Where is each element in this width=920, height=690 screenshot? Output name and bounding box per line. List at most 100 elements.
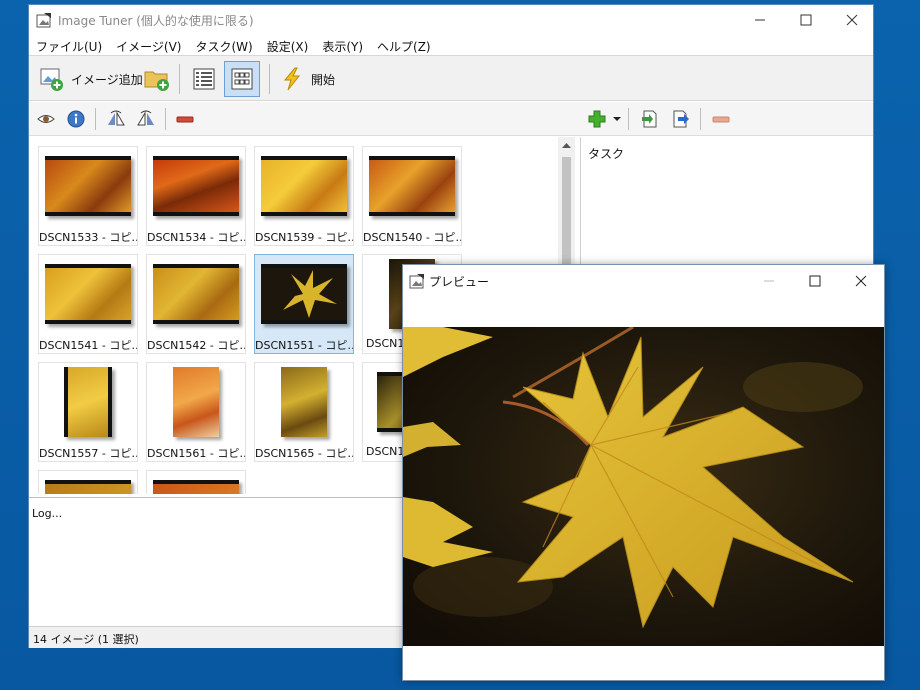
menu-bar: ファイル(U) イメージ(V) タスク(W) 設定(X) 表示(Y) ヘルプ(Z… — [29, 35, 873, 55]
image-tuner-icon — [409, 274, 424, 289]
thumbnail-image — [281, 367, 327, 437]
menu-file[interactable]: ファイル(U) — [29, 35, 109, 55]
plus-icon — [588, 110, 606, 128]
lightning-icon — [283, 67, 301, 91]
menu-image[interactable]: イメージ(V) — [109, 35, 188, 55]
preview-window: プレビュー — [402, 264, 885, 681]
maximize-icon — [800, 14, 812, 26]
add-folder-button[interactable] — [139, 61, 175, 97]
start-label: 開始 — [311, 72, 336, 87]
import-icon — [642, 110, 657, 128]
add-folder-icon — [144, 71, 169, 91]
chevron-down-icon — [613, 117, 621, 121]
thumbnail-image — [261, 264, 347, 324]
menu-task[interactable]: タスク(W) — [189, 35, 260, 55]
menu-view[interactable]: 表示(Y) — [315, 35, 370, 55]
preview-title: プレビュー — [429, 275, 490, 289]
thumbnail-item[interactable]: DSCN1534 - コピ… — [146, 146, 246, 246]
toolbar-separator — [700, 108, 701, 130]
import-tasks-button[interactable] — [640, 110, 658, 128]
thumbnail-image — [45, 480, 131, 494]
export-tasks-button[interactable] — [672, 110, 690, 128]
thumbnail-caption: DSCN1534 - コピ… — [147, 231, 245, 244]
thumbnail-caption: DSCN1541 - コピ… — [39, 339, 137, 352]
menu-help[interactable]: ヘルプ(Z) — [370, 35, 438, 55]
thumbnail-caption: DSCN1533 - コピ… — [39, 231, 137, 244]
image-tuner-icon — [36, 13, 51, 28]
close-button[interactable] — [829, 5, 875, 35]
minimize-icon — [755, 19, 765, 21]
preview-maximize-button[interactable] — [792, 265, 838, 297]
preview-title-bar[interactable]: プレビュー — [403, 265, 884, 297]
thumbnail-view-icon — [231, 68, 253, 90]
thumbnail-image — [369, 156, 455, 216]
minimize-button[interactable] — [737, 5, 783, 35]
thumbnail-view-button[interactable] — [224, 61, 260, 97]
flip-horizontal-icon — [108, 110, 125, 126]
thumbnail-caption: DSCN1551 - コピ… — [255, 339, 353, 352]
eye-icon — [37, 115, 55, 123]
export-icon — [673, 110, 689, 128]
thumbnail-image — [261, 156, 347, 216]
flip-vertical-icon — [137, 110, 154, 126]
thumbnail-caption: DSCN1539 - コピ… — [255, 231, 353, 244]
thumbnail-item[interactable] — [146, 470, 246, 494]
thumbnail-caption: DSCN1540 - コピ… — [363, 231, 461, 244]
thumbnail-image — [45, 264, 131, 324]
thumbnail-item[interactable]: DSCN1533 - コピ… — [38, 146, 138, 246]
toolbar-separator — [628, 108, 629, 130]
minimize-icon — [764, 280, 774, 282]
thumbnail-item[interactable]: DSCN1539 - コピ… — [254, 146, 354, 246]
details-view-icon — [193, 68, 215, 90]
status-text: 14 イメージ (1 選択) — [33, 633, 139, 646]
window-title: Image Tuner (個人的な使用に限る) — [58, 14, 254, 28]
thumbnail-image — [173, 367, 219, 437]
details-view-button[interactable] — [187, 61, 221, 97]
add-task-button[interactable] — [588, 110, 606, 128]
remove-task-button[interactable] — [712, 110, 730, 128]
preview-image — [403, 327, 884, 646]
title-bar[interactable]: Image Tuner (個人的な使用に限る) — [29, 5, 873, 35]
thumbnail-image — [153, 264, 239, 324]
thumbnail-item[interactable]: DSCN1542 - コピ… — [146, 254, 246, 354]
maximize-icon — [809, 275, 821, 287]
thumbnail-caption: DSCN1565 - コピ… — [255, 447, 353, 460]
thumbnail-item-selected[interactable]: DSCN1551 - コピ… — [254, 254, 354, 354]
info-icon — [67, 110, 85, 128]
add-image-icon — [40, 68, 63, 91]
thumbnail-item[interactable]: DSCN1557 - コピ… — [38, 362, 138, 462]
maximize-button[interactable] — [783, 5, 829, 35]
remove-icon — [712, 116, 730, 123]
task-panel-header: タスク — [588, 147, 625, 161]
thumbnail-item[interactable]: DSCN1541 - コピ… — [38, 254, 138, 354]
scroll-up-button[interactable] — [558, 137, 575, 154]
remove-image-button[interactable] — [176, 110, 194, 128]
add-images-label: イメージ追加 — [71, 72, 143, 87]
flip-vertical-button[interactable] — [137, 110, 155, 128]
add-task-dropdown[interactable] — [612, 110, 622, 128]
preview-button[interactable] — [37, 110, 55, 128]
thumbnail-image — [153, 156, 239, 216]
thumbnail-caption: DSCN1542 - コピ… — [147, 339, 245, 352]
remove-icon — [176, 116, 194, 123]
close-icon — [855, 275, 867, 287]
thumbnail-item[interactable]: DSCN1540 - コピ… — [362, 146, 462, 246]
menu-settings[interactable]: 設定(X) — [260, 35, 316, 55]
thumbnail-image — [64, 367, 112, 437]
start-button[interactable]: 開始 — [275, 61, 339, 97]
flip-horizontal-button[interactable] — [107, 110, 125, 128]
log-text: Log... — [32, 507, 63, 520]
thumbnail-caption: DSCN1557 - コピ… — [39, 447, 137, 460]
thumbnail-item[interactable]: DSCN1561 - コピ… — [146, 362, 246, 462]
thumbnail-image — [153, 480, 239, 494]
thumbnail-item[interactable] — [38, 470, 138, 494]
toolbar-separator — [179, 64, 180, 94]
task-panel: タスク — [580, 137, 873, 267]
preview-close-button[interactable] — [838, 265, 884, 297]
preview-minimize-button[interactable] — [746, 265, 792, 297]
main-toolbar: イメージ追加 開始 — [29, 55, 873, 101]
thumbnail-item[interactable]: DSCN1565 - コピ… — [254, 362, 354, 462]
info-button[interactable] — [67, 110, 85, 128]
chevron-up-icon — [562, 142, 571, 148]
add-images-button[interactable]: イメージ追加 — [35, 61, 147, 97]
